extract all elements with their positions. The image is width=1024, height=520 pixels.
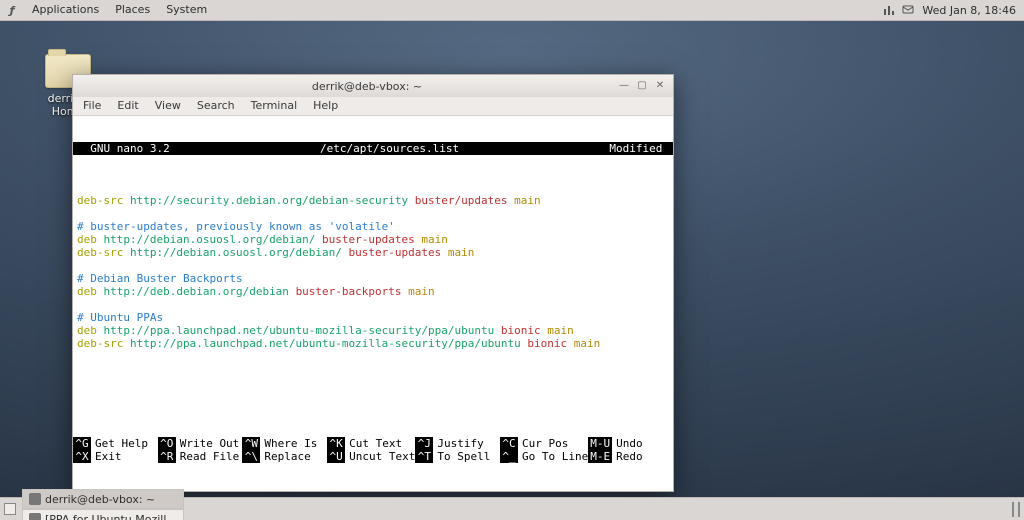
nano-shortcut-bar: ^GGet Help^OWrite Out^WWhere Is^KCut Tex… <box>73 437 673 465</box>
taskbar-label: [PPA for Ubuntu Mozill… <box>45 513 177 520</box>
editor-line <box>77 207 669 220</box>
show-desktop-button[interactable] <box>4 503 16 515</box>
nano-version: GNU nano 3.2 <box>77 142 170 155</box>
editor-line: deb-src http://security.debian.org/debia… <box>77 194 669 207</box>
taskbar-label: derrik@deb-vbox: ~ <box>45 493 155 506</box>
notification-icon[interactable] <box>902 4 914 16</box>
editor-line: deb-src http://ppa.launchpad.net/ubuntu-… <box>77 337 669 350</box>
panel-menu-system[interactable]: System <box>158 3 215 16</box>
nano-shortcut: ^GGet Help <box>73 437 158 450</box>
editor-line: deb-src http://debian.osuosl.org/debian/… <box>77 246 669 259</box>
network-icon[interactable] <box>882 4 896 16</box>
workspace-2[interactable] <box>1018 502 1020 517</box>
editor-line <box>77 259 669 272</box>
panel-menu-places[interactable]: Places <box>107 3 158 16</box>
workspace-1[interactable] <box>1012 502 1014 517</box>
system-tray <box>882 4 918 16</box>
nano-shortcut: ^RRead File <box>158 450 243 463</box>
terminal-icon <box>29 493 41 505</box>
terminal-menu-search[interactable]: Search <box>189 97 243 115</box>
window-titlebar[interactable]: derrik@deb-vbox: ~ — ▢ ✕ <box>73 75 673 97</box>
editor-line <box>77 181 669 194</box>
terminal-menu-view[interactable]: View <box>147 97 189 115</box>
terminal-menu-terminal[interactable]: Terminal <box>243 97 306 115</box>
editor-line: deb http://debian.osuosl.org/debian/ bus… <box>77 233 669 246</box>
editor-line: # Ubuntu PPAs <box>77 311 669 324</box>
nano-shortcut: ^TTo Spell <box>415 450 500 463</box>
window-maximize-button[interactable]: ▢ <box>635 79 649 93</box>
nano-shortcut: M-ERedo <box>588 450 673 463</box>
nano-header: GNU nano 3.2 /etc/apt/sources.list Modif… <box>73 142 673 155</box>
editor-line: # Debian Buster Backports <box>77 272 669 285</box>
gnome-foot-icon: ƒ <box>4 2 20 18</box>
nano-editor-body[interactable]: deb-src http://security.debian.org/debia… <box>73 181 673 411</box>
top-panel: ƒ ApplicationsPlacesSystem Wed Jan 8, 18… <box>0 0 1024 21</box>
panel-clock[interactable]: Wed Jan 8, 18:46 <box>918 4 1020 17</box>
browser-icon <box>29 513 41 520</box>
nano-shortcut: ^OWrite Out <box>158 437 243 450</box>
window-close-button[interactable]: ✕ <box>653 79 667 93</box>
terminal-menu-file[interactable]: File <box>75 97 109 115</box>
nano-filename: /etc/apt/sources.list <box>170 142 610 155</box>
taskbar-entry[interactable]: derrik@deb-vbox: ~ <box>22 489 184 509</box>
taskbar-entry[interactable]: [PPA for Ubuntu Mozill… <box>22 509 184 520</box>
window-minimize-button[interactable]: — <box>617 79 631 93</box>
terminal-canvas[interactable]: GNU nano 3.2 /etc/apt/sources.list Modif… <box>73 116 673 491</box>
nano-modified-flag: Modified <box>609 142 669 155</box>
nano-shortcut: ^WWhere Is <box>242 437 327 450</box>
editor-line: deb http://ppa.launchpad.net/ubuntu-mozi… <box>77 324 669 337</box>
window-title: derrik@deb-vbox: ~ <box>121 80 613 93</box>
nano-shortcut: ^CCur Pos <box>500 437 588 450</box>
nano-shortcut: ^\Replace <box>242 450 327 463</box>
terminal-window: derrik@deb-vbox: ~ — ▢ ✕ FileEditViewSea… <box>72 74 674 492</box>
terminal-menu-edit[interactable]: Edit <box>109 97 146 115</box>
workspace-switcher <box>1008 503 1020 516</box>
terminal-menubar: FileEditViewSearchTerminalHelp <box>73 97 673 116</box>
terminal-menu-help[interactable]: Help <box>305 97 346 115</box>
editor-line: # buster-updates, previously known as 'v… <box>77 220 669 233</box>
nano-shortcut: ^JJustify <box>415 437 500 450</box>
nano-shortcut: ^_Go To Line <box>500 450 588 463</box>
panel-menu-applications[interactable]: Applications <box>24 3 107 16</box>
nano-shortcut: ^UUncut Text <box>327 450 415 463</box>
nano-shortcut: ^KCut Text <box>327 437 415 450</box>
nano-shortcut: ^XExit <box>73 450 158 463</box>
editor-line: deb http://deb.debian.org/debian buster-… <box>77 285 669 298</box>
nano-shortcut: M-UUndo <box>588 437 673 450</box>
bottom-panel: derrik@deb-vbox: ~[PPA for Ubuntu Mozill… <box>0 497 1024 520</box>
editor-line <box>77 298 669 311</box>
